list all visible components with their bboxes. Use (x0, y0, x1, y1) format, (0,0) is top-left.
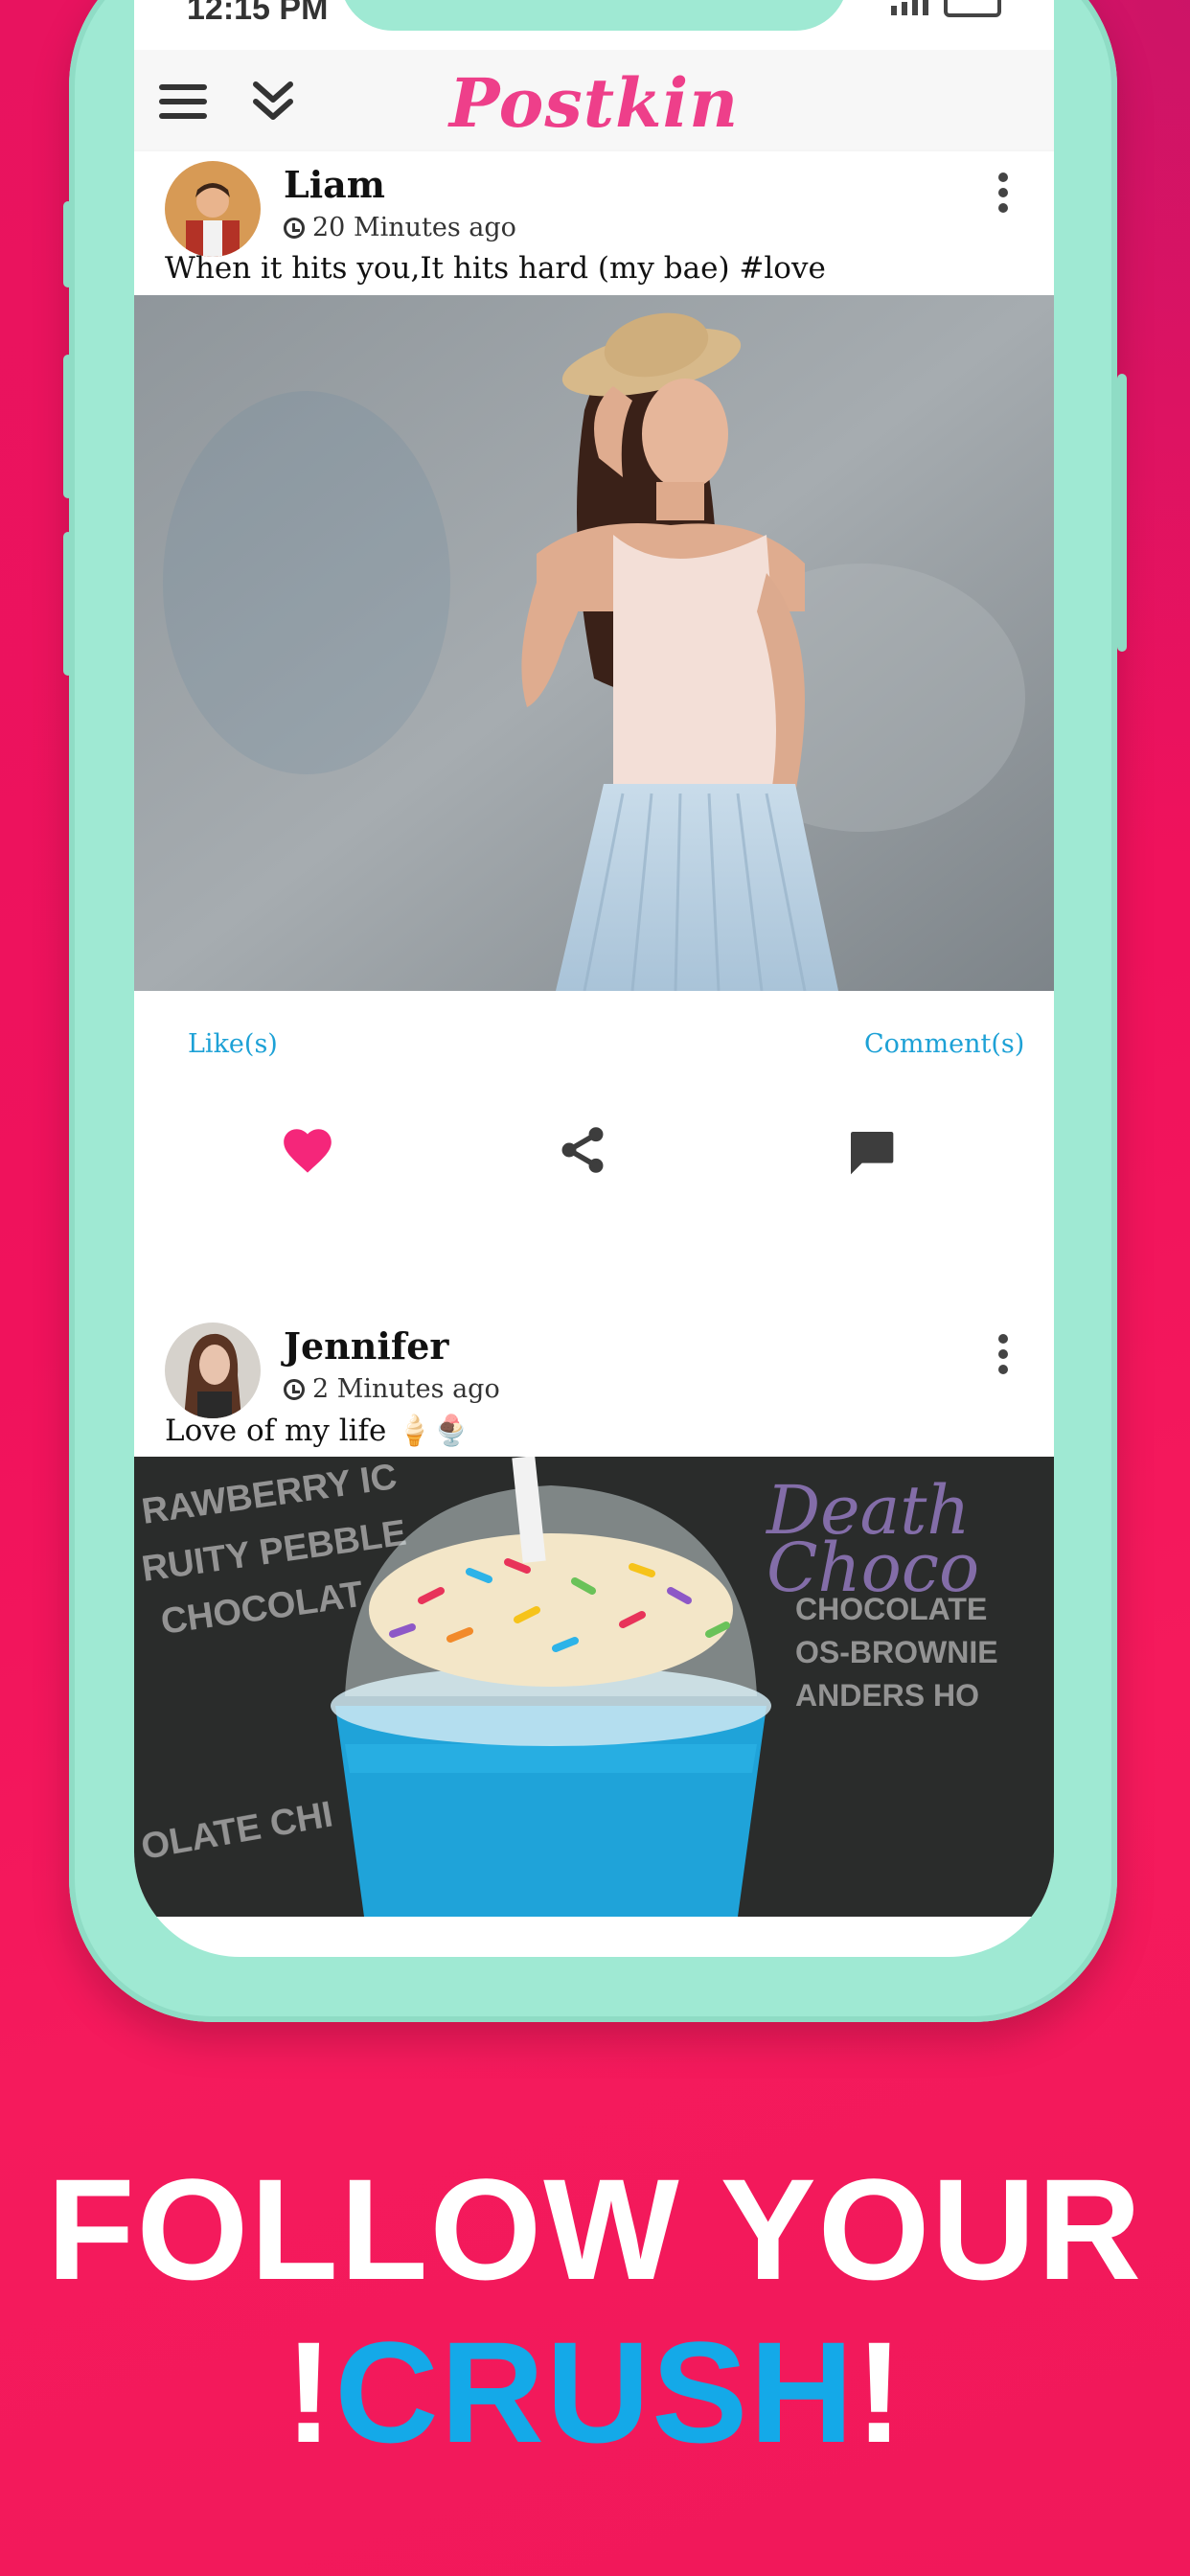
avatar[interactable] (165, 161, 261, 257)
phone-side-button (63, 201, 73, 288)
battery-icon (944, 0, 1001, 17)
phone-screen: 12:15 PM Postkin Liam 20 Minutes ago Whe… (134, 0, 1054, 1957)
phone-side-button (1117, 374, 1127, 652)
promo-exclaim-left: ! (285, 2312, 335, 2472)
post-author[interactable]: Liam (284, 163, 385, 206)
post-card: Liam 20 Minutes ago When it hits you,It … (134, 150, 1054, 1271)
comment-icon[interactable] (843, 1125, 899, 1179)
post-timestamp: 2 Minutes ago (284, 1374, 500, 1404)
clock-icon (284, 217, 305, 239)
post-image[interactable]: RAWBERRY IC RUITY PEBBLE CHOCOLAT CHOCOL… (134, 1457, 1054, 1917)
comments-count-link[interactable]: Comment(s) (864, 1029, 1024, 1059)
svg-text:OS-BROWNIE: OS-BROWNIE (795, 1635, 998, 1669)
app-bar: Postkin (134, 50, 1054, 150)
post-caption: When it hits you,It hits hard (my bae) #… (165, 251, 826, 286)
promo-highlight-word: CRUSH (334, 2312, 856, 2472)
status-time: 12:15 PM (187, 0, 329, 27)
post-caption: Love of my life 🍦🍨 (165, 1414, 470, 1448)
clock-icon (284, 1378, 305, 1400)
svg-text:Choco: Choco (767, 1529, 979, 1607)
more-vert-icon[interactable] (996, 1334, 1010, 1378)
more-vert-icon[interactable] (996, 172, 1010, 217)
post-time-text: 2 Minutes ago (312, 1374, 500, 1404)
phone-side-button (63, 355, 73, 498)
app-logo: Postkin (448, 63, 740, 143)
signal-icon (891, 0, 928, 15)
heart-icon[interactable] (280, 1125, 335, 1175)
phone-notch (340, 0, 848, 31)
post-card: Jennifer 2 Minutes ago Love of my life 🍦… (134, 1311, 1054, 1957)
promo-headline-line1: FOLLOW YOUR (46, 2149, 1144, 2310)
promo-exclaim-right: ! (855, 2312, 905, 2472)
likes-count-link[interactable]: Like(s) (188, 1029, 278, 1059)
share-icon[interactable] (556, 1123, 609, 1177)
svg-text:ANDERS HO: ANDERS HO (795, 1678, 979, 1713)
promo-headline-line2: !CRUSH! (0, 2310, 1190, 2475)
post-time-text: 20 Minutes ago (312, 213, 516, 242)
post-timestamp: 20 Minutes ago (284, 213, 516, 242)
phone-side-button (63, 532, 73, 676)
post-author[interactable]: Jennifer (284, 1324, 448, 1368)
status-bar: 12:15 PM (134, 0, 1054, 50)
post-image[interactable] (134, 295, 1054, 991)
avatar[interactable] (165, 1322, 261, 1418)
